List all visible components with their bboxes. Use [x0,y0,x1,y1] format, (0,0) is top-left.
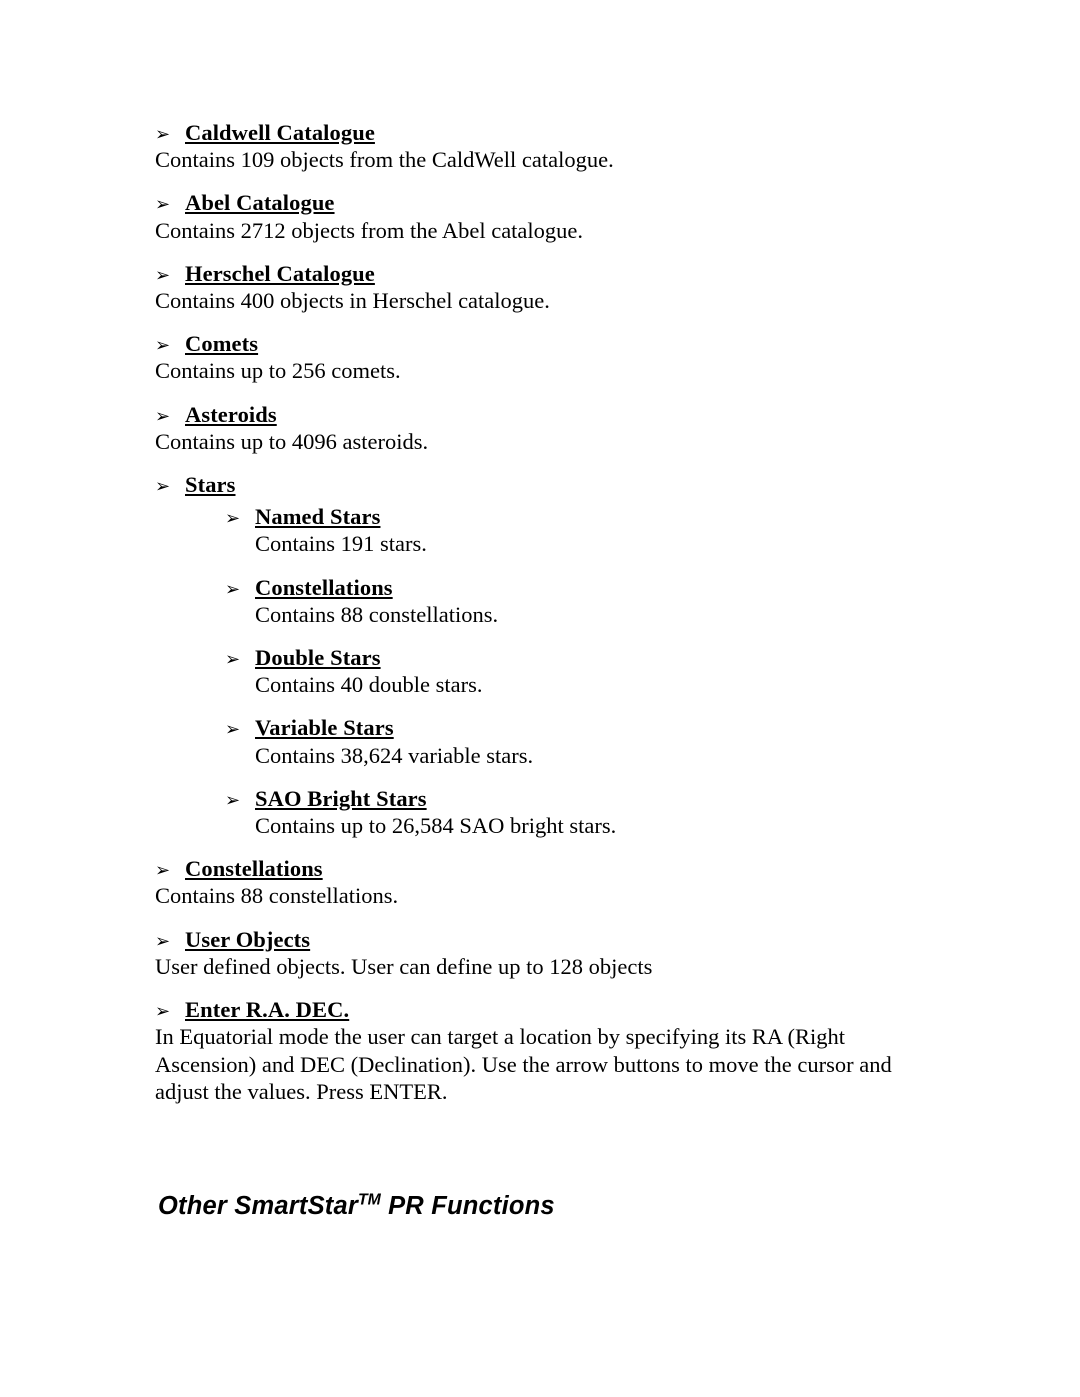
list-item: ➢ Enter R.A. DEC. In Equatorial mode the … [155,997,945,1106]
arrow-bullet-icon: ➢ [225,508,241,530]
entry-body-text: Contains 191 stars. [255,531,427,557]
entry-body-text: Contains 109 objects from the CaldWell c… [155,147,614,173]
arrow-bullet-icon: ➢ [155,476,171,498]
arrow-bullet-icon: ➢ [155,1001,171,1023]
entry-heading-text: Abel Catalogue [185,190,335,216]
entry-heading-text: User Objects [185,926,311,952]
arrow-bullet-icon: ➢ [225,578,241,600]
entry-heading-text: Enter R.A. DEC. [185,997,350,1023]
entry-heading: ➢ Double Stars [225,645,945,670]
entry-body-text: Contains 40 double stars. [255,672,483,698]
entry-heading: ➢ Asteroids [155,402,945,427]
list-item: ➢ Asteroids Contains up to 4096 asteroids… [155,402,945,455]
entry-heading-text: Comets [185,331,259,357]
entry-heading: ➢ Herschel Catalogue [155,261,945,286]
arrow-bullet-icon: ➢ [155,335,171,357]
list-item: ➢ Abel Catalogue Contains 2712 objects fr… [155,190,945,243]
entry-heading-text: Caldwell Catalogue [185,120,375,145]
list-item: ➢ Variable Stars Contains 38,624 variable… [225,715,945,768]
arrow-bullet-icon: ➢ [155,860,171,882]
section-heading-before: Other SmartStar [158,1192,358,1220]
document-page: ➢ Caldwell Catalogue Contains 109 objects… [0,0,1080,1397]
entry-heading: ➢ Caldwell Catalogue [155,120,945,145]
list-item: ➢ Herschel Catalogue Contains 400 objects… [155,261,945,314]
arrow-bullet-icon: ➢ [155,405,171,427]
arrow-bullet-icon: ➢ [155,194,171,216]
list-item: ➢ Named Stars Contains 191 stars. [225,504,945,557]
catalogue-list: ➢ Caldwell Catalogue Contains 109 objects… [155,120,945,1123]
list-item: ➢ Comets Contains up to 256 comets. [155,331,945,384]
entry-body-text: Contains up to 4096 asteroids. [155,428,429,454]
entry-body-text: Contains 88 constellations. [255,601,499,627]
entry-body-text: Contains 38,624 variable stars. [255,742,534,768]
list-item: ➢ SAO Bright Stars Contains up to 26,584 … [225,786,945,839]
entry-heading-text: Herschel Catalogue [185,260,375,286]
list-item: ➢ Caldwell Catalogue Contains 109 objects… [155,120,945,173]
entry-body-text: Contains up to 26,584 SAO bright stars. [255,813,617,839]
entry-heading-text: Named Stars [255,504,381,530]
entry-heading: ➢ Constellations [225,575,945,600]
entry-heading-text: Variable Stars [255,715,394,741]
section-heading: Other SmartStarTM PR Functions [158,1192,555,1221]
entry-heading: ➢ Constellations [155,856,945,881]
list-item: ➢ Constellations Contains 88 constellatio… [225,575,945,628]
arrow-bullet-icon: ➢ [155,124,171,145]
entry-heading: ➢ SAO Bright Stars [225,786,945,811]
entry-heading-text: SAO Bright Stars [255,785,427,811]
entry-heading: ➢ Abel Catalogue [155,190,945,215]
list-item: ➢ User Objects User defined objects. User… [155,927,945,980]
section-heading-after: PR Functions [380,1192,555,1220]
entry-body-text: Contains 88 constellations. [155,883,399,909]
entry-body-text: Contains up to 256 comets. [155,358,401,384]
entry-heading-text: Asteroids [185,401,277,427]
entry-body-text: User defined objects. User can define up… [155,953,653,979]
entry-heading: ➢ User Objects [155,927,945,952]
entry-heading: ➢ Named Stars [225,504,945,529]
nested-list: ➢ Named Stars Contains 191 stars. ➢ Conste… [155,504,945,839]
list-item: ➢ Double Stars Contains 40 double stars. [225,645,945,698]
entry-heading-text: Double Stars [255,645,381,671]
entry-heading: ➢ Comets [155,331,945,356]
list-item: ➢ Stars ➢ Named Stars Contains 191 stars. … [155,472,945,839]
entry-body-text: Contains 400 objects in Herschel catalog… [155,288,550,313]
entry-heading-text: Stars [185,472,236,498]
arrow-bullet-icon: ➢ [225,719,241,741]
entry-body-text: In Equatorial mode the user can target a… [155,1024,892,1105]
arrow-bullet-icon: ➢ [225,789,241,811]
entry-heading-text: Constellations [185,856,323,882]
arrow-bullet-icon: ➢ [155,930,171,952]
arrow-bullet-icon: ➢ [225,649,241,671]
entry-body-text: Contains 2712 objects from the Abel cata… [155,217,584,243]
entry-heading: ➢ Enter R.A. DEC. [155,997,945,1022]
entry-heading: ➢ Stars [155,472,945,497]
entry-heading: ➢ Variable Stars [225,715,945,740]
list-item: ➢ Constellations Contains 88 constellatio… [155,856,945,909]
arrow-bullet-icon: ➢ [155,264,171,286]
trademark-superscript: TM [357,1191,381,1209]
entry-heading-text: Constellations [255,574,393,600]
